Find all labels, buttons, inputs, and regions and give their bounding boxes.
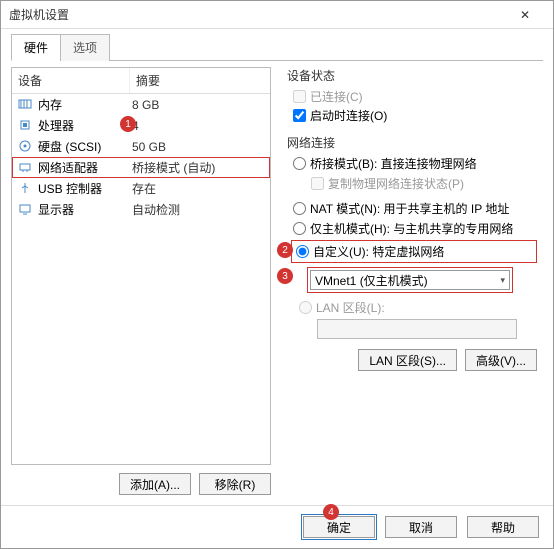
bridged-radio[interactable]	[293, 157, 306, 170]
connected-label: 已连接(C)	[310, 88, 363, 105]
table-row[interactable]: 处理器 4 1	[12, 115, 270, 136]
nat-label: NAT 模式(N): 用于共享主机的 IP 地址	[310, 200, 509, 217]
add-button[interactable]: 添加(A)...	[119, 473, 191, 495]
memory-icon	[18, 98, 34, 112]
lan-segments-button[interactable]: LAN 区段(S)...	[358, 349, 457, 371]
remove-button[interactable]: 移除(R)	[199, 473, 271, 495]
table-row[interactable]: 显示器 自动检测	[12, 199, 270, 220]
close-icon: ✕	[520, 8, 530, 22]
connected-checkbox-row: 已连接(C)	[293, 88, 537, 105]
hw-name: 显示器	[38, 201, 132, 218]
annotation-badge-2: 2	[277, 242, 293, 258]
lan-radio	[299, 301, 312, 314]
usb-icon	[18, 182, 34, 196]
connect-at-power-label: 启动时连接(O)	[310, 107, 387, 124]
table-row[interactable]: USB 控制器 存在	[12, 178, 270, 199]
hw-name: 内存	[38, 96, 132, 113]
connect-at-power-checkbox[interactable]	[293, 109, 306, 122]
titlebar: 虚拟机设置 ✕	[1, 1, 553, 29]
hw-summary: 存在	[132, 180, 270, 197]
dialog-footer: 4 确定 取消 帮助	[1, 505, 553, 548]
cpu-icon	[18, 119, 34, 133]
hw-name: 硬盘 (SCSI)	[38, 138, 132, 155]
hardware-table: 设备 摘要 内存 8 GB 处理器 4 1	[11, 67, 271, 465]
tab-bar: 硬件 选项	[11, 33, 543, 61]
network-connection-title: 网络连接	[287, 134, 537, 151]
hw-name: 网络适配器	[38, 159, 132, 176]
tab-hardware[interactable]: 硬件	[11, 34, 61, 61]
hw-summary: 桥接模式 (自动)	[132, 159, 270, 176]
bridged-label: 桥接模式(B): 直接连接物理网络	[310, 155, 477, 172]
hostonly-radio[interactable]	[293, 222, 306, 235]
help-button[interactable]: 帮助	[467, 516, 539, 538]
table-row[interactable]: 硬盘 (SCSI) 50 GB	[12, 136, 270, 157]
hw-name: USB 控制器	[38, 180, 132, 197]
table-row-network[interactable]: 网络适配器 桥接模式 (自动)	[12, 157, 270, 178]
network-icon	[18, 161, 34, 175]
tab-options[interactable]: 选项	[60, 34, 110, 61]
advanced-button[interactable]: 高级(V)...	[465, 349, 537, 371]
table-row[interactable]: 内存 8 GB	[12, 94, 270, 115]
custom-vmnet-value: VMnet1 (仅主机模式)	[315, 272, 428, 289]
hw-summary: 50 GB	[132, 140, 270, 154]
ok-button[interactable]: 确定	[303, 516, 375, 538]
annotation-badge-1: 1	[120, 116, 136, 132]
device-status-title: 设备状态	[287, 67, 537, 84]
col-summary[interactable]: 摘要	[130, 68, 270, 93]
hw-summary: 8 GB	[132, 98, 270, 112]
custom-radio[interactable]	[296, 245, 309, 258]
custom-vmnet-select[interactable]: VMnet1 (仅主机模式) ▾	[310, 270, 510, 290]
annotation-badge-4: 4	[323, 504, 339, 520]
connect-at-power-row[interactable]: 启动时连接(O)	[293, 107, 537, 124]
replicate-checkbox	[311, 177, 324, 190]
col-device[interactable]: 设备	[12, 68, 130, 93]
disk-icon	[18, 140, 34, 154]
lan-select	[317, 319, 517, 339]
hostonly-radio-row[interactable]: 仅主机模式(H): 与主机共享的专用网络	[293, 220, 537, 237]
annotation-badge-3: 3	[277, 268, 293, 284]
window-title: 虚拟机设置	[9, 6, 69, 23]
display-icon	[18, 203, 34, 217]
hostonly-label: 仅主机模式(H): 与主机共享的专用网络	[310, 220, 513, 237]
connected-checkbox	[293, 90, 306, 103]
hw-name: 处理器	[38, 117, 132, 134]
custom-radio-row[interactable]: 自定义(U): 特定虚拟网络	[296, 243, 534, 260]
hardware-header: 设备 摘要	[12, 68, 270, 94]
lan-label: LAN 区段(L):	[316, 299, 385, 316]
replicate-label: 复制物理网络连接状态(P)	[328, 175, 464, 192]
hw-summary: 自动检测	[132, 201, 270, 218]
hw-summary: 4	[132, 119, 270, 133]
replicate-row: 复制物理网络连接状态(P)	[311, 175, 537, 192]
cancel-button[interactable]: 取消	[385, 516, 457, 538]
nat-radio[interactable]	[293, 202, 306, 215]
bridged-radio-row[interactable]: 桥接模式(B): 直接连接物理网络	[293, 155, 537, 172]
custom-label: 自定义(U): 特定虚拟网络	[313, 243, 444, 260]
chevron-down-icon: ▾	[500, 275, 505, 286]
lan-radio-row: LAN 区段(L):	[299, 299, 537, 316]
close-button[interactable]: ✕	[505, 3, 545, 27]
nat-radio-row[interactable]: NAT 模式(N): 用于共享主机的 IP 地址	[293, 200, 537, 217]
